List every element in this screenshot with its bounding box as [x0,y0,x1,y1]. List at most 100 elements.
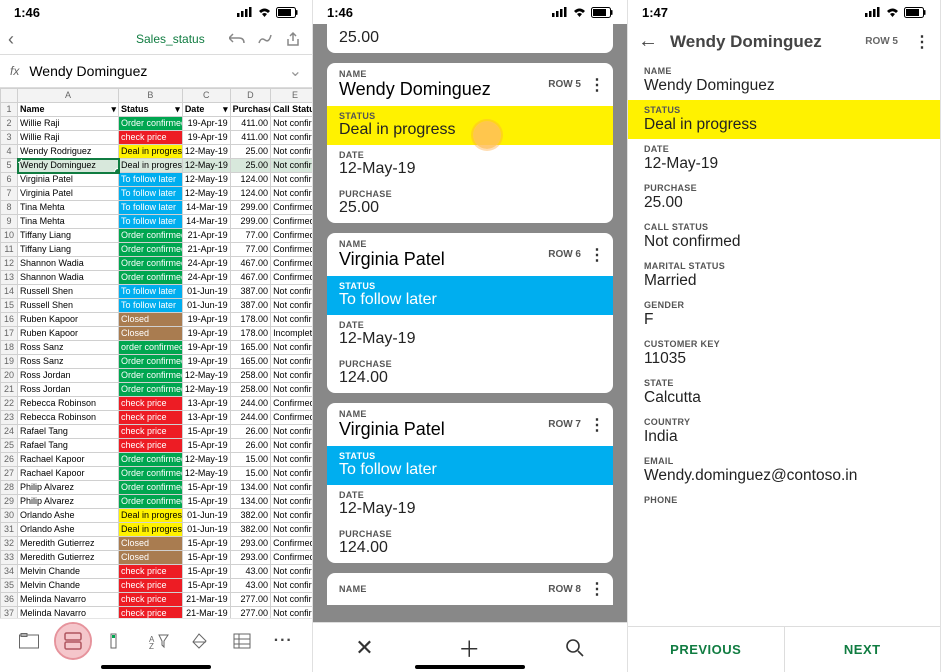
table-row[interactable]: 27Rachael KapoorOrder confirmed12-May-19… [1,467,313,481]
screen-excel-sheet: 1:46 ‹ Sales_status ··· fx Wendy Domingu… [0,0,313,672]
table-row[interactable]: 32Meredith GutierrezClosed15-Apr-19293.0… [1,537,313,551]
table-row[interactable]: 11Tiffany LiangOrder confirmed21-Apr-197… [1,243,313,257]
table-row[interactable]: 3Willie Rajicheck price19-Apr-19411.00No… [1,131,313,145]
table-row[interactable]: 12Shannon WadiaOrder confirmed24-Apr-194… [1,257,313,271]
doc-title: Sales_status [136,32,205,46]
status-time: 1:46 [327,5,353,20]
table-row[interactable]: 34Melvin Chandecheck price15-Apr-1943.00… [1,565,313,579]
fx-label: fx [10,64,19,78]
table-row[interactable]: 36Melinda Navarrocheck price21-Mar-19277… [1,593,313,607]
table-row[interactable]: 19Ross SanzOrder confirmed19-Apr-19165.0… [1,355,313,369]
table-row[interactable]: 10Tiffany LiangOrder confirmed21-Apr-197… [1,229,313,243]
overflow-icon[interactable]: ··· [269,627,297,655]
detail-field[interactable]: MARITAL STATUSMarried [628,256,940,295]
back-icon[interactable]: ‹ [8,29,14,50]
table-row[interactable]: 26Rachael KapoorOrder confirmed12-May-19… [1,453,313,467]
fx-value: Wendy Dominguez [29,63,147,79]
table-row[interactable]: 9Tina MehtaTo follow later14-Mar-19299.0… [1,215,313,229]
detail-field[interactable]: PURCHASE25.00 [628,178,940,217]
table-row[interactable]: 4Wendy RodriguezDeal in progress12-May-1… [1,145,313,159]
bottom-toolbar: AZ ··· [0,618,312,672]
svg-text:Z: Z [149,642,154,649]
row-indicator: ROW 7 [548,419,581,430]
detail-field[interactable]: EMAILWendy.dominguez@contoso.in [628,451,940,490]
ios-status-bar: 1:46 [313,0,627,24]
detail-field[interactable]: STATUSDeal in progress [628,100,940,139]
table-row[interactable]: 2Willie RajiOrder confirmed19-Apr-19411.… [1,117,313,131]
table-row[interactable]: 6Virginia PatelTo follow later12-May-191… [1,173,313,187]
table-row[interactable]: 35Melvin Chandecheck price15-Apr-1943.00… [1,579,313,593]
table-row[interactable]: 28Philip AlvarezOrder confirmed15-Apr-19… [1,481,313,495]
status-icons [865,7,926,18]
table-row[interactable]: 31Orlando AsheDeal in progress01-Jun-193… [1,523,313,537]
formula-bar[interactable]: fx Wendy Dominguez ⌄ [0,54,312,88]
status-icons [552,7,613,18]
detail-field[interactable]: DATE12-May-19 [628,139,940,178]
detail-field[interactable]: CUSTOMER KEY11035 [628,334,940,373]
table-row[interactable]: 30Orlando AsheDeal in progress01-Jun-193… [1,509,313,523]
table-row[interactable]: 23Rebecca Robinsoncheck price13-Apr-1924… [1,411,313,425]
ios-status-bar: 1:47 [628,0,940,24]
screen-record-detail: 1:47 ← Wendy Dominguez ROW 5 ⋮ NAMEWendy… [628,0,941,672]
table-row[interactable]: 14Russell ShenTo follow later01-Jun-1938… [1,285,313,299]
home-indicator[interactable] [415,665,525,669]
table-row[interactable]: 20Ross JordanOrder confirmed12-May-19258… [1,369,313,383]
detail-field[interactable]: GENDERF [628,295,940,334]
detail-fields: NAMEWendy DominguezSTATUSDeal in progres… [628,59,940,513]
record-card[interactable]: NAMEVirginia PatelROW 7⋮STATUSTo follow … [327,403,613,563]
draw-icon[interactable] [257,31,273,47]
card-view-icon[interactable] [56,624,90,658]
chevron-down-icon[interactable]: ⌄ [289,61,302,81]
more-vert-icon[interactable]: ⋮ [581,415,607,435]
sheets-tab-icon[interactable] [15,627,43,655]
table-icon[interactable] [228,627,256,655]
table-row[interactable]: 7Virginia PatelTo follow later12-May-191… [1,187,313,201]
spreadsheet-grid[interactable]: ABCDE1Name ▾Status ▾Date ▾Purchase ▾Call… [0,88,312,672]
table-row[interactable]: 24Rafael Tangcheck price15-Apr-1926.00No… [1,425,313,439]
table-row[interactable]: 21Ross JordanOrder confirmed12-May-19258… [1,383,313,397]
detail-field[interactable]: COUNTRYIndia [628,412,940,451]
nav-buttons: PREVIOUS NEXT [628,626,940,672]
card-partial-top[interactable]: 25.00 [327,24,613,53]
color-icon[interactable] [104,627,132,655]
share-icon[interactable] [285,31,301,47]
table-row[interactable]: 29Philip AlvarezOrder confirmed15-Apr-19… [1,495,313,509]
more-vert-icon[interactable]: ⋮ [906,32,932,52]
status-time: 1:47 [642,5,668,20]
detail-field[interactable]: CALL STATUSNot confirmed [628,217,940,256]
card-partial-bottom[interactable]: NAME ROW 8 ⋮ [327,573,613,605]
more-vert-icon[interactable]: ⋮ [581,75,607,95]
screen-card-list: 1:46 25.00 NAMEWendy DominguezROW 5⋮STAT… [313,0,628,672]
record-card[interactable]: NAMEVirginia PatelROW 6⋮STATUSTo follow … [327,233,613,393]
table-row[interactable]: 18Ross Sanzorder confirmed19-Apr-19165.0… [1,341,313,355]
table-row[interactable]: 16Ruben KapoorClosed19-Apr-19178.00Not c… [1,313,313,327]
table-row[interactable]: 22Rebecca Robinsoncheck price13-Apr-1924… [1,397,313,411]
fill-icon[interactable] [186,627,214,655]
prev-button[interactable]: PREVIOUS [628,627,785,672]
record-card[interactable]: NAMEWendy DominguezROW 5⋮STATUSDeal in p… [327,63,613,223]
table-row[interactable]: 8Tina MehtaTo follow later14-Mar-19299.0… [1,201,313,215]
back-arrow-icon[interactable]: ← [638,30,658,53]
status-icons [237,7,298,18]
more-vert-icon[interactable]: ⋮ [581,245,607,265]
add-icon[interactable]: ＋ [458,632,480,664]
status-time: 1:46 [14,5,40,20]
close-icon[interactable]: ✕ [355,635,373,661]
table-row[interactable]: 15Russell ShenTo follow later01-Jun-1938… [1,299,313,313]
card-purchase-value: 25.00 [339,29,601,47]
filter-icon[interactable]: AZ [145,627,173,655]
table-row[interactable]: 25Rafael Tangcheck price15-Apr-1926.00No… [1,439,313,453]
home-indicator[interactable] [101,665,211,669]
undo-icon[interactable] [229,32,245,46]
detail-field[interactable]: STATECalcutta [628,373,940,412]
tap-indicator-icon [473,121,501,149]
detail-field[interactable]: PHONE [628,490,940,511]
more-vert-icon[interactable]: ⋮ [581,579,607,599]
table-row[interactable]: 17Ruben KapoorClosed19-Apr-19178.00Incom… [1,327,313,341]
search-icon[interactable] [565,638,585,658]
table-row[interactable]: 13Shannon WadiaOrder confirmed24-Apr-194… [1,271,313,285]
table-row[interactable]: 33Meredith GutierrezClosed15-Apr-19293.0… [1,551,313,565]
detail-field[interactable]: NAMEWendy Dominguez [628,61,940,100]
table-row[interactable]: 5Wendy DominguezDeal in progress12-May-1… [1,159,313,173]
next-button[interactable]: NEXT [785,627,941,672]
